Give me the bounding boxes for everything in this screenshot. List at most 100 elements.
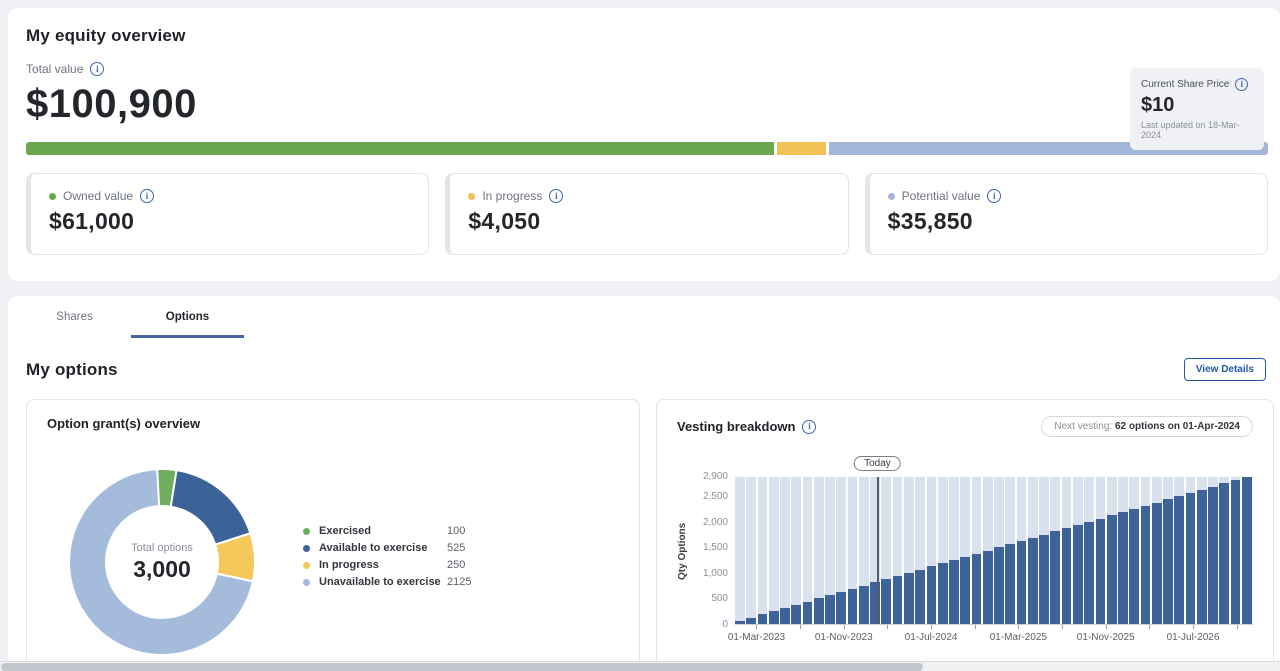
today-marker-pill: Today: [854, 456, 901, 471]
vesting-bar: [791, 477, 802, 624]
x-tick-label: 01-Mar-2025: [989, 632, 1047, 643]
options-panel: Shares Options My options View Details O…: [8, 296, 1280, 671]
x-tick-mark: [931, 625, 933, 629]
current-share-price-card: Current Share Price i $10 Last updated o…: [1130, 68, 1264, 150]
unavailable-value: 2125: [447, 576, 472, 588]
legend-item-exercised[interactable]: Exercised 100: [303, 525, 471, 537]
unavailable-dot: [303, 578, 310, 586]
x-tick-mark: [1062, 625, 1064, 629]
today-marker-line: [877, 477, 879, 624]
view-details-button[interactable]: View Details: [1183, 358, 1266, 381]
vesting-bar: [847, 477, 859, 624]
in-progress-card: In progress i $4,050: [445, 173, 849, 255]
vesting-bar: [1230, 477, 1242, 624]
owned-value-label: Owned value: [63, 189, 134, 203]
donut-center-value: 3,000: [133, 555, 191, 582]
vesting-bar: [892, 477, 904, 624]
y-axis-ticks: 0 500 1,000 1,500 2,000 2,500 2,900: [693, 471, 735, 630]
horizontal-scrollbar-thumb[interactable]: [1, 663, 923, 671]
vesting-breakdown-title: Vesting breakdown: [677, 419, 796, 434]
equity-progress-bar: [26, 142, 1268, 155]
total-value: $100,900: [26, 82, 197, 126]
horizontal-scrollbar: [0, 661, 1280, 671]
vesting-bar: [1196, 477, 1208, 624]
owned-value-amount: $61,000: [49, 208, 135, 234]
y-axis-label: Qty Options: [677, 522, 688, 580]
chart-bars: [735, 477, 1253, 624]
y-tick-2,900: 2,900: [702, 471, 728, 482]
potential-value-info-icon[interactable]: i: [987, 189, 1002, 203]
vesting-bar: [836, 477, 847, 624]
vesting-bar: [960, 477, 971, 624]
my-options-title: My options: [26, 359, 118, 379]
owned-value-card: Owned value i $61,000: [26, 173, 430, 255]
y-tick-2,500: 2,500: [702, 491, 728, 503]
tab-shares[interactable]: Shares: [18, 296, 131, 338]
vesting-info-icon[interactable]: i: [802, 419, 817, 434]
x-tick-mark: [1149, 625, 1151, 629]
total-options-donut-chart: Total options 3,000: [57, 457, 267, 667]
in-progress-info-icon[interactable]: i: [549, 189, 564, 203]
legend-item-unavailable[interactable]: Unavailable to exercise 2125: [303, 576, 471, 588]
vesting-bar: [1016, 477, 1028, 624]
share-price-updated: Last updated on 18-Mar-2024: [1141, 120, 1240, 140]
in-progress-label: In progress: [482, 189, 543, 203]
x-tick-mark: [800, 625, 802, 629]
vesting-bar: [1005, 477, 1016, 624]
vesting-bar: [735, 477, 746, 624]
total-value-label: Total value: [26, 62, 84, 76]
share-price-info-icon[interactable]: i: [1235, 78, 1249, 91]
vesting-bar: [757, 477, 769, 624]
donut-legend: Exercised 100 Available to exercise 525 …: [303, 525, 471, 593]
owned-value-dot: [49, 192, 56, 200]
in-progress-dot: [468, 192, 476, 200]
vesting-bar: [1118, 477, 1129, 624]
in-progress-amount: $4,050: [468, 208, 541, 234]
legend-item-available[interactable]: Available to exercise 525: [303, 542, 471, 554]
next-vesting-value: 62 options on 01-Apr-2024: [1114, 421, 1240, 432]
potential-value-card: Potential value i $35,850: [864, 173, 1268, 255]
chart-plot-area: Today: [735, 456, 1253, 625]
vesting-bar: [1072, 477, 1084, 624]
equity-stat-cards: Owned value i $61,000 In progress i $4,0…: [26, 173, 1268, 255]
x-tick-mark: [756, 625, 758, 629]
vesting-bar: [915, 477, 926, 624]
total-value-info-icon[interactable]: i: [90, 62, 105, 76]
next-vesting-badge: Next vesting: 62 options on 01-Apr-2024: [1041, 416, 1253, 437]
vesting-bar: [746, 477, 757, 624]
available-dot: [303, 544, 310, 552]
progress-segment-in-progress: [776, 142, 827, 155]
next-vesting-prefix: Next vesting:: [1054, 421, 1113, 432]
exercised-label: Exercised: [319, 525, 371, 537]
potential-value-amount: $35,850: [887, 208, 973, 234]
vesting-bar: [994, 477, 1005, 624]
x-tick-mark: [1236, 625, 1238, 629]
equity-overview-panel: My equity overview Total value i $100,90…: [8, 8, 1280, 281]
unavailable-label: Unavailable to exercise: [319, 576, 441, 588]
y-tick-1,000: 1,000: [702, 567, 728, 579]
progress-segment-owned: [26, 142, 774, 155]
equity-overview-title: My equity overview: [26, 26, 186, 45]
x-tick-label: 01-Nov-2023: [814, 632, 873, 643]
x-tick-mark: [1192, 625, 1194, 629]
owned-value-info-icon[interactable]: i: [140, 189, 155, 203]
potential-value-label: Potential value: [901, 189, 981, 203]
legend-item-in-progress[interactable]: In progress 250: [303, 559, 471, 571]
vesting-bar: [780, 477, 791, 624]
vesting-bar-chart: Qty Options 0 500 1,000 1,500 2,000 2,500 2,90…: [677, 456, 1253, 671]
vesting-bar: [858, 477, 870, 624]
tab-options[interactable]: Options: [131, 296, 244, 338]
vesting-bar: [1219, 477, 1230, 624]
vesting-bar: [1241, 477, 1253, 624]
x-tick-mark: [974, 625, 976, 629]
vesting-bar: [802, 477, 814, 624]
vesting-bar: [1174, 477, 1185, 624]
y-tick-500: 500: [711, 593, 728, 605]
vesting-bar: [870, 477, 881, 624]
vesting-bar: [937, 477, 949, 624]
vesting-bar: [1027, 477, 1039, 624]
share-price-label: Current Share Price: [1141, 79, 1230, 90]
vesting-bar: [1106, 477, 1118, 624]
vesting-bar: [1084, 477, 1095, 624]
exercised-dot: [303, 527, 310, 535]
